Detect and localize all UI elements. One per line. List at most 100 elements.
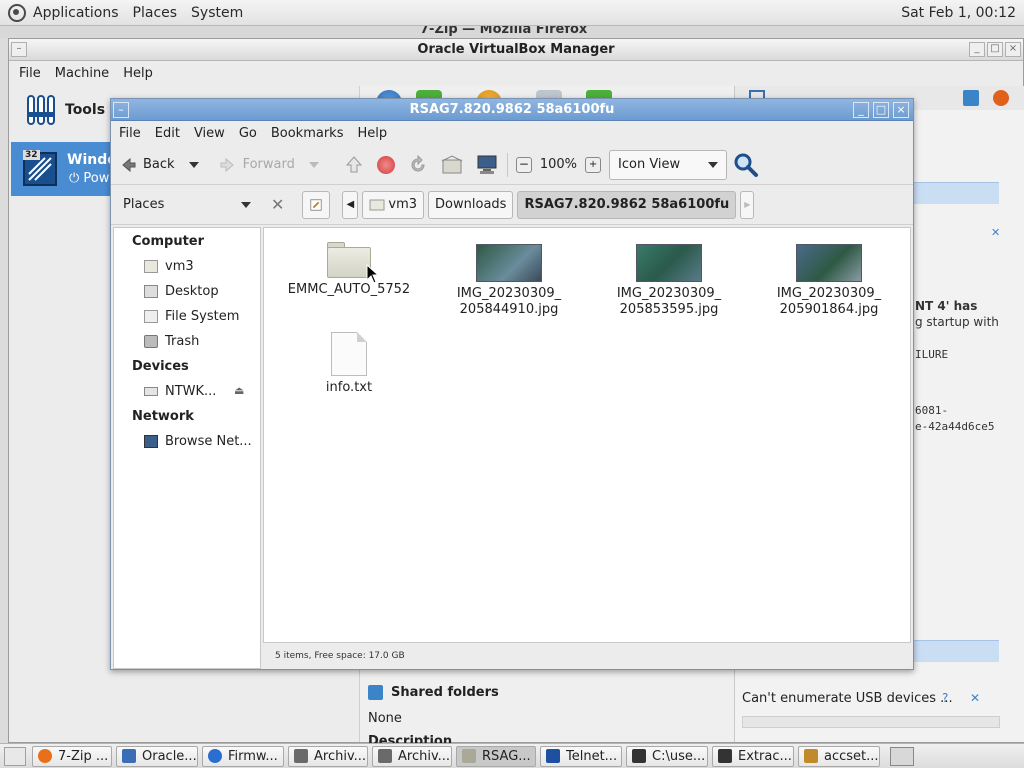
fm-menu-go[interactable]: Go bbox=[239, 126, 257, 141]
search-icon[interactable] bbox=[733, 152, 759, 178]
file-manager-window: – RSAG7.820.9862 58a6100fu _ □ × File Ed… bbox=[110, 98, 914, 670]
usb-help-icon[interactable]: ? bbox=[942, 691, 948, 705]
task-label: Archiv... bbox=[398, 748, 451, 764]
fm-minimize-button[interactable]: _ bbox=[853, 102, 869, 118]
toolbar-separator bbox=[506, 152, 508, 177]
task-extract[interactable]: Extrac... bbox=[712, 745, 794, 767]
notify-icon[interactable] bbox=[963, 90, 979, 106]
panel-clock[interactable]: Sat Feb 1, 00:12 bbox=[901, 5, 1016, 21]
crumb-current-folder[interactable]: RSAG7.820.9862 58a6100fu bbox=[517, 190, 737, 219]
forward-history-dropdown[interactable] bbox=[308, 161, 319, 168]
side-pane-selector[interactable]: Places bbox=[115, 191, 255, 219]
fm-menu-view[interactable]: View bbox=[194, 126, 225, 141]
zoom-in-button[interactable]: + bbox=[585, 156, 602, 173]
places-sidebar: Computer vm3 Desktop File System Trash D… bbox=[113, 227, 261, 669]
file-item-image[interactable]: IMG_20230309_ 205853595.jpg bbox=[594, 244, 744, 318]
task-telnet[interactable]: Telnet... bbox=[540, 745, 622, 767]
task-label: C:\use... bbox=[652, 748, 706, 764]
file-item-image[interactable]: IMG_20230309_ 205844910.jpg bbox=[434, 244, 584, 318]
error-guid-1: 6081- bbox=[915, 404, 949, 417]
file-item-folder[interactable]: EMMC_AUTO_5752 bbox=[274, 242, 424, 298]
crumb-scroll-left[interactable]: ◀ bbox=[342, 190, 359, 219]
usb-close-icon[interactable]: ✕ bbox=[970, 691, 980, 705]
crumb-scroll-right[interactable]: ▶ bbox=[740, 190, 755, 219]
background-firefox-window[interactable]: 7-Zip — Mozilla Firefox bbox=[0, 26, 1024, 38]
vbox-maximize-button[interactable]: □ bbox=[987, 42, 1003, 57]
sidebar-item-desktop[interactable]: Desktop bbox=[144, 284, 219, 299]
task-archive-1[interactable]: Archiv... bbox=[288, 745, 368, 767]
vm-state-label: Pow bbox=[83, 171, 110, 186]
error-vm-name: NT 4' has bbox=[915, 299, 978, 313]
reload-icon[interactable] bbox=[407, 154, 429, 176]
sidebar-item-vm3[interactable]: vm3 bbox=[144, 259, 194, 274]
file-item-text[interactable]: info.txt bbox=[274, 332, 424, 396]
toggle-location-entry-button[interactable] bbox=[302, 190, 331, 219]
distro-logo-icon[interactable] bbox=[8, 3, 26, 22]
vbox-titlebar[interactable]: Oracle VirtualBox Manager – _ □ × bbox=[9, 39, 1023, 61]
vbox-window-menu-button[interactable]: – bbox=[11, 42, 27, 57]
fm-maximize-button[interactable]: □ bbox=[873, 102, 889, 118]
vbox-menu-file[interactable]: File bbox=[19, 66, 41, 81]
crumb-downloads[interactable]: Downloads bbox=[428, 190, 514, 219]
vbox-menubar: File Machine Help bbox=[9, 61, 1023, 85]
task-label: Firmw... bbox=[228, 748, 278, 764]
task-label: accset... bbox=[824, 748, 879, 764]
computer-icon[interactable] bbox=[475, 155, 499, 175]
back-arrow-icon bbox=[122, 157, 136, 172]
task-cmd[interactable]: C:\use... bbox=[626, 745, 708, 767]
file-item-image[interactable]: IMG_20230309_ 205901864.jpg bbox=[754, 244, 904, 318]
notification-horizontal-scrollbar[interactable] bbox=[742, 716, 1000, 728]
shared-folders-section[interactable]: Shared folders bbox=[368, 685, 499, 700]
back-button[interactable]: Back bbox=[119, 156, 199, 174]
eject-icon[interactable]: ⏏ bbox=[234, 384, 244, 397]
close-side-pane-icon[interactable]: ✕ bbox=[271, 195, 284, 214]
crumb-vm3[interactable]: vm3 bbox=[362, 190, 425, 219]
task-rsag-folder[interactable]: RSAG... bbox=[456, 745, 536, 767]
fm-close-button[interactable]: × bbox=[893, 102, 909, 118]
vbox-close-button[interactable]: × bbox=[1005, 42, 1021, 57]
fm-menu-file[interactable]: File bbox=[119, 126, 141, 141]
zoom-out-button[interactable]: − bbox=[515, 156, 532, 173]
vbox-menu-machine[interactable]: Machine bbox=[55, 66, 109, 81]
fm-titlebar[interactable]: – RSAG7.820.9862 58a6100fu _ □ × bbox=[111, 99, 913, 121]
vbox-minimize-button[interactable]: _ bbox=[969, 42, 985, 57]
show-desktop-button[interactable] bbox=[4, 746, 26, 766]
up-arrow-icon[interactable] bbox=[343, 154, 365, 176]
stop-icon[interactable] bbox=[376, 155, 395, 174]
forward-button[interactable]: Forward bbox=[219, 156, 319, 174]
close-notification-icon[interactable]: ✕ bbox=[991, 226, 1000, 239]
file-item-label: EMMC_AUTO_5752 bbox=[287, 282, 411, 297]
home-folder-icon bbox=[369, 199, 385, 211]
system-menu[interactable]: System bbox=[191, 5, 243, 21]
fm-menu-edit[interactable]: Edit bbox=[155, 126, 180, 141]
fm-menu-bookmarks[interactable]: Bookmarks bbox=[271, 126, 344, 141]
sidebar-item-trash[interactable]: Trash bbox=[144, 334, 199, 349]
places-menu[interactable]: Places bbox=[133, 5, 178, 21]
home-icon[interactable] bbox=[441, 154, 463, 175]
task-7zip[interactable]: 7-Zip ... bbox=[32, 745, 112, 767]
workspace-switcher[interactable] bbox=[890, 746, 914, 766]
applications-menu[interactable]: Applications bbox=[33, 5, 119, 21]
sidebar-item-ntwk[interactable]: NTWK... bbox=[144, 384, 216, 399]
task-label: Oracle... bbox=[142, 748, 197, 764]
file-icon-view: EMMC_AUTO_5752 IMG_20230309_ 205844910.jp… bbox=[263, 227, 911, 643]
archive-icon bbox=[294, 749, 308, 763]
folder-icon bbox=[327, 242, 371, 278]
sidebar-item-browse-network[interactable]: Browse Net... bbox=[144, 434, 252, 449]
view-mode-select[interactable]: Icon View bbox=[609, 149, 728, 180]
task-oracle[interactable]: Oracle... bbox=[116, 745, 198, 767]
error-code: ILURE bbox=[915, 348, 949, 361]
terminal-icon bbox=[546, 749, 560, 763]
image-thumbnail-icon bbox=[636, 244, 702, 282]
help-lifebuoy-icon[interactable] bbox=[993, 90, 1009, 106]
sidebar-item-file-system[interactable]: File System bbox=[144, 309, 239, 324]
task-accset[interactable]: accset... bbox=[798, 745, 880, 767]
task-archive-2[interactable]: Archiv... bbox=[372, 745, 452, 767]
drive-icon bbox=[144, 387, 158, 396]
task-firmware[interactable]: Firmw... bbox=[202, 745, 284, 767]
desktop-icon bbox=[144, 285, 158, 298]
fm-menu-help[interactable]: Help bbox=[357, 126, 387, 141]
back-history-dropdown[interactable] bbox=[188, 161, 199, 168]
firefox-window-title: 7-Zip — Mozilla Firefox bbox=[420, 26, 588, 37]
vbox-menu-help[interactable]: Help bbox=[123, 66, 153, 81]
